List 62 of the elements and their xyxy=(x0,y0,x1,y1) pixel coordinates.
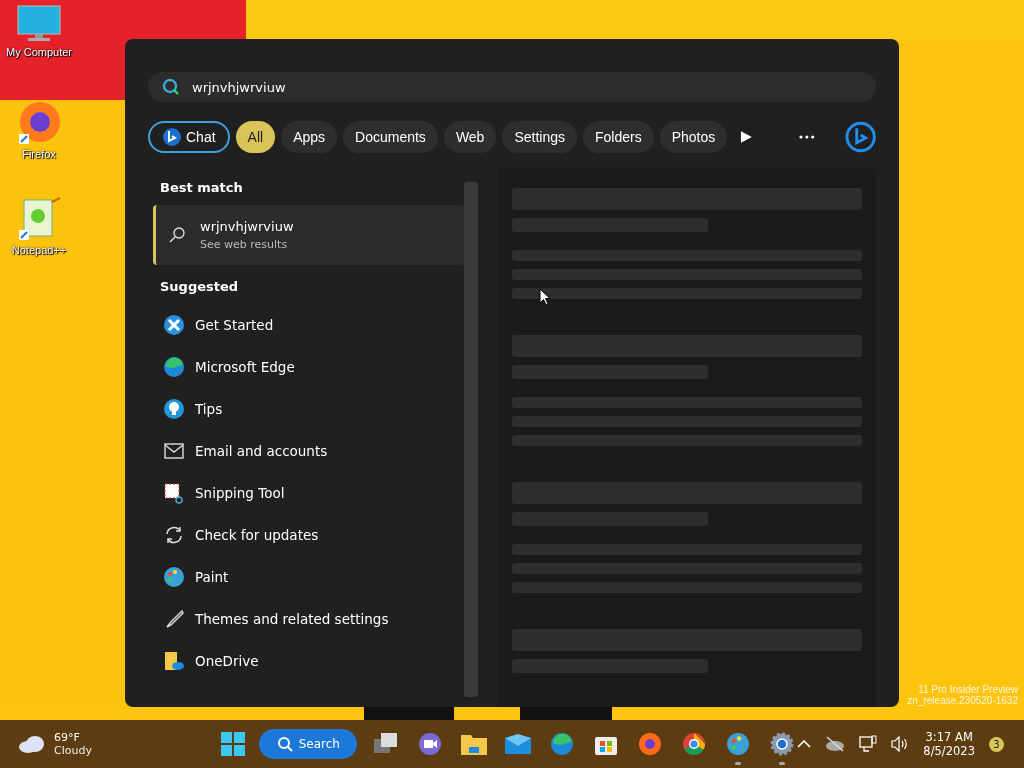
play-icon[interactable] xyxy=(739,130,753,144)
palette-icon xyxy=(163,566,185,588)
video-chat-icon[interactable] xyxy=(418,732,443,756)
task-view-icon[interactable] xyxy=(374,733,399,755)
speaker-icon[interactable] xyxy=(891,736,910,752)
suggested-item[interactable]: Paint xyxy=(153,556,464,598)
network-icon[interactable] xyxy=(859,735,878,753)
search-icon xyxy=(162,78,180,96)
bing-icon[interactable] xyxy=(844,121,876,153)
suggested-item[interactable]: Check for updates xyxy=(153,514,464,556)
firefox-icon[interactable] xyxy=(638,732,663,756)
palette-icon[interactable] xyxy=(726,732,751,756)
edge-icon xyxy=(163,356,185,378)
cloud-icon[interactable] xyxy=(18,735,46,753)
chevron-up-icon[interactable] xyxy=(797,740,812,748)
lightbulb-icon xyxy=(163,398,185,420)
search-field[interactable]: wrjnvhjwrviuw xyxy=(148,72,876,102)
chrome-icon[interactable] xyxy=(682,732,707,756)
folder-cloud-icon xyxy=(163,650,185,672)
mail-icon[interactable] xyxy=(505,734,532,754)
suggested-item[interactable]: Tips xyxy=(153,388,464,430)
watermark-text: zn_release.230520-1632 xyxy=(907,695,1018,706)
section-heading: Suggested xyxy=(159,278,240,296)
filter-tab[interactable]: All xyxy=(235,121,276,153)
weather-condition: Cloudy xyxy=(54,744,92,757)
desktop-icon-label[interactable]: My Computer xyxy=(6,46,72,58)
notification-badge[interactable]: 3 xyxy=(989,736,1004,752)
suggested-item[interactable]: Snipping Tool xyxy=(153,472,464,514)
clock[interactable]: 3:17 AM 8/5/2023 xyxy=(923,730,975,758)
suggested-item[interactable]: Get Started xyxy=(153,304,464,346)
brush-icon xyxy=(163,609,185,629)
suggested-item[interactable]: Email and accounts xyxy=(153,430,464,472)
filter-tab[interactable]: Photos xyxy=(659,121,728,153)
scissors-icon xyxy=(163,482,185,504)
filter-tab[interactable]: Apps xyxy=(281,121,338,153)
folder-icon[interactable] xyxy=(461,733,488,755)
envelope-icon xyxy=(163,443,185,459)
filter-tab[interactable]: Folders xyxy=(583,121,654,153)
best-match-item[interactable]: wrjnvhjwrviuw See web results xyxy=(153,205,464,265)
filter-tab[interactable]: Settings xyxy=(502,121,577,153)
suggested-item[interactable]: OneDrive xyxy=(153,640,464,682)
filter-tab[interactable]: Chat xyxy=(148,121,230,153)
more-icon[interactable] xyxy=(799,135,815,139)
cloud-off-icon[interactable] xyxy=(825,736,846,752)
temperature-text: 69°F xyxy=(54,731,81,744)
windows-start-icon[interactable] xyxy=(221,732,246,756)
suggested-item[interactable]: Themes and related settings xyxy=(153,598,464,640)
cursor-icon xyxy=(539,288,551,306)
firefox-icon[interactable] xyxy=(16,100,62,146)
edge-icon[interactable] xyxy=(550,732,575,756)
scrollbar[interactable] xyxy=(464,182,478,697)
settings-icon[interactable] xyxy=(770,732,795,756)
search-button[interactable]: Search xyxy=(259,729,358,759)
section-heading: Best match xyxy=(159,179,244,197)
search-icon xyxy=(276,736,293,752)
suggested-item[interactable]: Microsoft Edge xyxy=(153,346,464,388)
refresh-icon xyxy=(163,525,185,545)
watermark-text: 11 Pro Insider Preview xyxy=(918,684,1018,695)
filter-tab[interactable]: Web xyxy=(443,121,497,153)
filter-tab[interactable]: Documents xyxy=(343,121,438,153)
search-icon xyxy=(168,226,186,244)
bing-chat-icon xyxy=(162,127,182,147)
